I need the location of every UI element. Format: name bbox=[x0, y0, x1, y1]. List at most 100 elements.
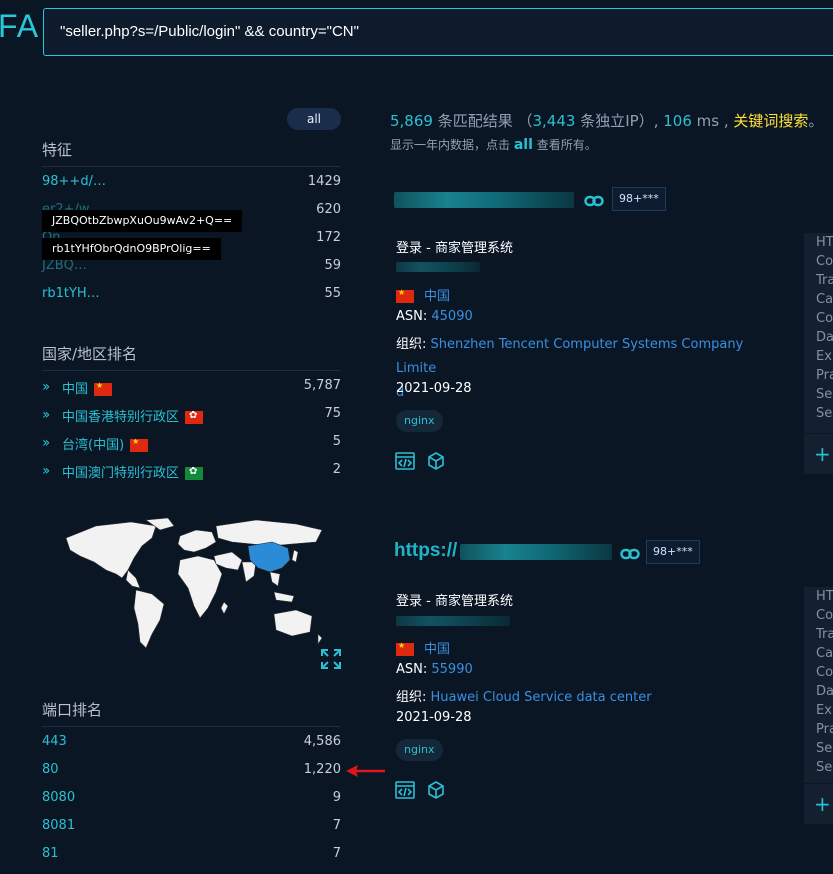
divider bbox=[42, 166, 340, 167]
result-url[interactable]: https:// bbox=[394, 540, 457, 562]
country-label[interactable]: 中国澳门特别行政区 bbox=[62, 462, 204, 481]
feature-row[interactable]: 98++d/… 1429 bbox=[42, 174, 341, 194]
code-icon[interactable] bbox=[395, 451, 415, 471]
result-org: 组织: Huawei Cloud Service data center bbox=[396, 690, 652, 705]
fofa-logo[interactable]: FA bbox=[0, 8, 39, 45]
features-title: 特征 bbox=[42, 141, 73, 159]
http-header-panel: HT Co Tra Ca Co Da Ex Pra Se Se bbox=[804, 587, 833, 783]
flag-hk-icon bbox=[185, 410, 204, 424]
country-count: 5 bbox=[332, 434, 341, 449]
country-row[interactable]: ›› 中国香港特别行政区 75 bbox=[42, 406, 341, 426]
link-icon[interactable] bbox=[584, 194, 604, 208]
redacted-host bbox=[396, 616, 510, 626]
feature-count: 55 bbox=[324, 286, 341, 301]
server-tag[interactable]: nginx bbox=[396, 739, 443, 761]
feature-row[interactable]: JZBQ… 59 bbox=[42, 258, 341, 278]
port-count: 1,220 bbox=[303, 762, 341, 777]
country-count: 2 bbox=[332, 462, 341, 477]
result-title: 登录 - 商家管理系统 bbox=[396, 594, 513, 609]
red-arrow-annotation bbox=[346, 765, 385, 777]
feature-tooltip: rb1tYHfObrQdnO9BPrOlig== bbox=[42, 238, 221, 260]
link-icon[interactable] bbox=[620, 547, 640, 561]
flag-cn-icon bbox=[94, 381, 113, 396]
feature-label[interactable]: JZBQ… bbox=[42, 258, 87, 273]
country-count: 75 bbox=[324, 406, 341, 421]
port-label[interactable]: 443 bbox=[42, 734, 67, 749]
server-tag[interactable]: nginx bbox=[396, 410, 443, 432]
result-asn: ASN: 55990 bbox=[396, 662, 473, 677]
flag-cn-icon bbox=[396, 641, 414, 656]
result-summary: 5,869 条匹配结果 （3,443 条独立IP）, 106 ms , 关键词搜… bbox=[390, 112, 824, 130]
country-row[interactable]: ›› 中国 5,787 bbox=[42, 378, 341, 398]
feature-count: 172 bbox=[316, 230, 341, 245]
result-subsummary: 显示一年内数据，点击 all 查看所有。 bbox=[390, 137, 597, 153]
org-link[interactable]: Shenzhen Tencent Computer Systems Compan… bbox=[396, 337, 743, 376]
port-row[interactable]: 80 1,220 bbox=[42, 762, 341, 782]
expand-plus-button[interactable]: + bbox=[804, 784, 833, 824]
all-toggle-button[interactable]: all bbox=[287, 108, 341, 130]
feature-label[interactable]: rb1tYH… bbox=[42, 286, 100, 301]
ip-count: 3,443 bbox=[532, 112, 576, 130]
feature-row[interactable]: rb1tYH… 55 bbox=[42, 286, 341, 306]
ip-badge[interactable]: 98+*** bbox=[612, 187, 666, 211]
port-row[interactable]: 81 7 bbox=[42, 846, 341, 866]
result-asn: ASN: 45090 bbox=[396, 309, 473, 324]
country-label[interactable]: 中国 bbox=[62, 378, 113, 397]
country-label[interactable]: 中国香港特别行政区 bbox=[62, 406, 204, 425]
chevron-right-icon: ›› bbox=[42, 379, 50, 395]
total-count: 5,869 bbox=[390, 112, 433, 130]
port-label[interactable]: 8081 bbox=[42, 818, 75, 833]
redacted-host bbox=[396, 262, 480, 272]
chevron-right-icon: ›› bbox=[42, 463, 50, 479]
port-count: 7 bbox=[332, 846, 341, 861]
flag-mo-icon bbox=[185, 466, 204, 480]
country-row[interactable]: ›› 中国澳门特别行政区 2 bbox=[42, 462, 341, 482]
port-label[interactable]: 81 bbox=[42, 846, 59, 861]
show-all-link[interactable]: all bbox=[514, 137, 533, 153]
port-count: 7 bbox=[332, 818, 341, 833]
redacted-url[interactable] bbox=[394, 192, 574, 208]
redacted-url[interactable] bbox=[460, 544, 612, 560]
port-row[interactable]: 8081 7 bbox=[42, 818, 341, 838]
result-date: 2021-09-28 bbox=[396, 381, 472, 396]
port-row[interactable]: 443 4,586 bbox=[42, 734, 341, 754]
http-header-panel: HT Co Tra Ca Co Da Ex Pra Se Se bbox=[804, 233, 833, 433]
port-row[interactable]: 8080 9 bbox=[42, 790, 341, 810]
code-icon[interactable] bbox=[395, 780, 415, 800]
port-count: 4,586 bbox=[303, 734, 341, 749]
divider bbox=[42, 726, 340, 727]
asn-link[interactable]: 45090 bbox=[431, 309, 472, 324]
port-count: 9 bbox=[332, 790, 341, 805]
flag-cn-icon bbox=[396, 288, 414, 303]
world-map[interactable] bbox=[56, 516, 328, 666]
ms-count: 106 bbox=[663, 112, 692, 130]
countries-title: 国家/地区排名 bbox=[42, 345, 138, 363]
expand-plus-button[interactable]: + bbox=[804, 434, 833, 474]
expand-icon[interactable] bbox=[320, 648, 342, 670]
feature-label[interactable]: 98++d/… bbox=[42, 174, 106, 189]
chevron-right-icon: ›› bbox=[42, 407, 50, 423]
divider bbox=[42, 370, 340, 371]
search-input[interactable]: "seller.php?s=/Public/login" && country=… bbox=[43, 8, 833, 56]
feature-count: 620 bbox=[316, 202, 341, 217]
feature-count: 59 bbox=[324, 258, 341, 273]
feature-count: 1429 bbox=[307, 174, 341, 189]
flag-cn-icon bbox=[130, 437, 149, 452]
result-title: 登录 - 商家管理系统 bbox=[396, 241, 513, 256]
country-row[interactable]: ›› 台湾(中国) 5 bbox=[42, 434, 341, 454]
cube-icon[interactable] bbox=[426, 780, 446, 800]
port-label[interactable]: 8080 bbox=[42, 790, 75, 805]
port-label[interactable]: 80 bbox=[42, 762, 59, 777]
country-label[interactable]: 台湾(中国) bbox=[62, 434, 149, 453]
result-country[interactable]: 中国 bbox=[396, 638, 450, 657]
chevron-right-icon: ›› bbox=[42, 435, 50, 451]
asn-link[interactable]: 55990 bbox=[431, 662, 472, 677]
ip-badge[interactable]: 98+*** bbox=[646, 540, 700, 564]
feature-tooltip: JZBQOtbZbwpXuOu9wAv2+Q== bbox=[42, 210, 243, 232]
ports-title: 端口排名 bbox=[42, 701, 103, 719]
result-country[interactable]: 中国 bbox=[396, 285, 450, 304]
keyword-search-link[interactable]: 关键词搜索 bbox=[733, 112, 808, 130]
country-count: 5,787 bbox=[303, 378, 341, 393]
org-link[interactable]: Huawei Cloud Service data center bbox=[431, 690, 652, 705]
cube-icon[interactable] bbox=[426, 451, 446, 471]
